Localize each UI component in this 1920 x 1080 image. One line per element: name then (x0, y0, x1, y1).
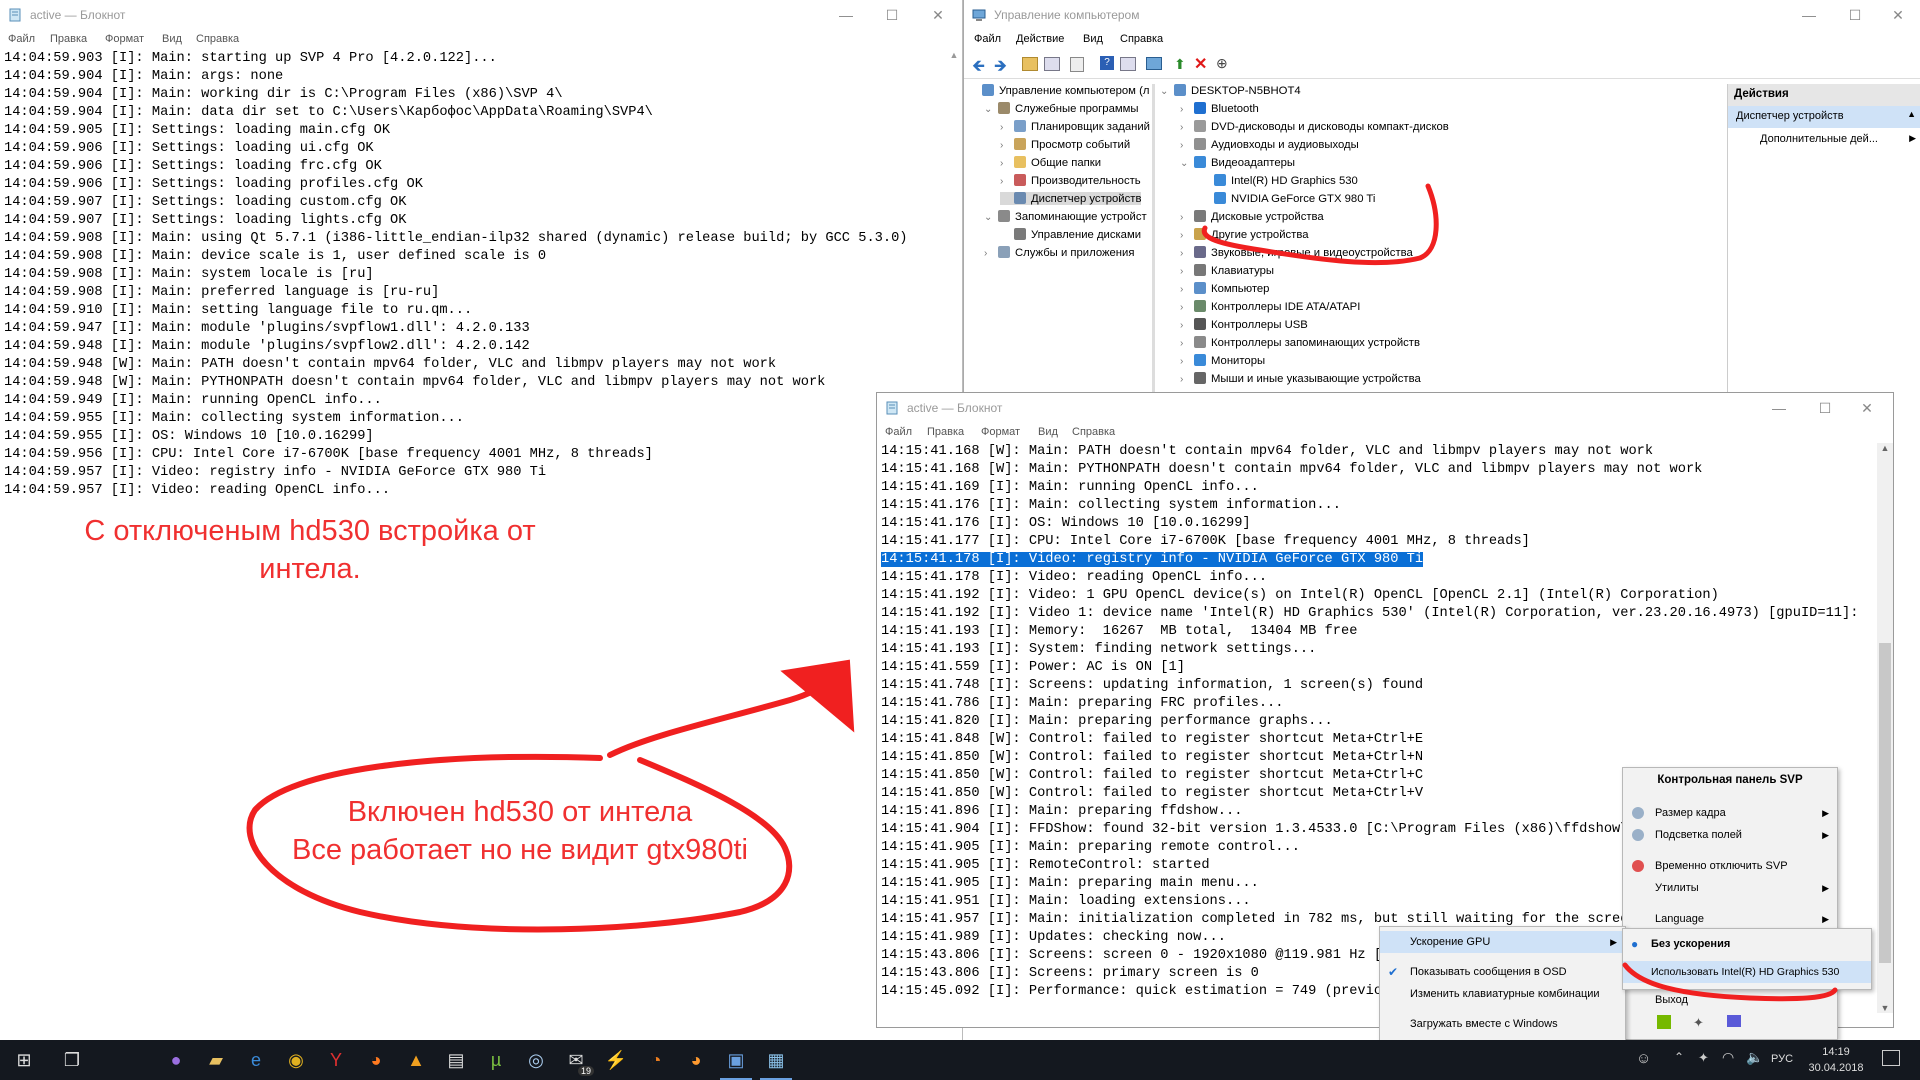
annotation-bottom: Включен hd530 от интела Все работает но … (240, 793, 800, 869)
taskbar: ⊞ ❐ ● ▰ e ◉ Y ◕ ▲ ▤ µ ◎ ✉ 19 ⚡ ◔ ◕ ▣ ▦ ☺ ⌃ ✦ ◠ 🔈 РУС 14:19… (0, 1040, 1920, 1080)
edge-icon[interactable]: e (240, 1046, 272, 1074)
firefox-dev-icon[interactable]: ◕ (680, 1046, 712, 1074)
show-hidden-icons-icon[interactable]: ⌃ (1674, 1050, 1684, 1064)
annotation-bottom-line2: Все работает но не видит gtx980ti (291, 834, 748, 866)
svp-icon[interactable]: ▣ (720, 1046, 752, 1080)
annotation-bottom-line1: Включен hd530 от интела (347, 796, 693, 828)
yandex-icon[interactable]: Y (320, 1046, 352, 1074)
volume-icon[interactable]: 🔈 (1746, 1049, 1763, 1066)
winamp-icon[interactable]: ⚡ (600, 1046, 632, 1074)
people-icon[interactable]: ☺ (1636, 1050, 1651, 1067)
notepad-icon[interactable]: ▦ (760, 1046, 792, 1080)
windows-start-icon[interactable]: ⊞ (8, 1046, 40, 1074)
firefox-icon[interactable]: ◕ (360, 1046, 392, 1074)
chrome-icon[interactable]: ◉ (280, 1046, 312, 1074)
mail-icon[interactable]: ✉ 19 (560, 1046, 594, 1076)
task-view-icon[interactable]: ❐ (56, 1046, 88, 1074)
clock[interactable]: 14:19 30.04.2018 (1800, 1044, 1872, 1076)
blender-icon[interactable]: ◔ (640, 1046, 672, 1074)
clock-date: 30.04.2018 (1808, 1062, 1864, 1074)
aimp-icon[interactable]: ▲ (400, 1046, 432, 1074)
tray-app-icon[interactable]: ✦ (1698, 1050, 1709, 1066)
action-center-icon[interactable] (1882, 1050, 1900, 1066)
media-icon[interactable]: ▤ (440, 1046, 472, 1074)
cortana-icon[interactable]: ● (160, 1046, 192, 1074)
red-marker-ellipse-arrow (246, 659, 855, 933)
steam-icon[interactable]: ◎ (520, 1046, 552, 1074)
mail-badge: 19 (577, 1066, 594, 1076)
clock-time: 14:19 (1822, 1046, 1850, 1058)
file-explorer-icon[interactable]: ▰ (200, 1046, 232, 1074)
input-language[interactable]: РУС (1771, 1053, 1793, 1065)
network-icon[interactable]: ◠ (1722, 1049, 1734, 1066)
utorrent-icon[interactable]: µ (480, 1046, 512, 1074)
